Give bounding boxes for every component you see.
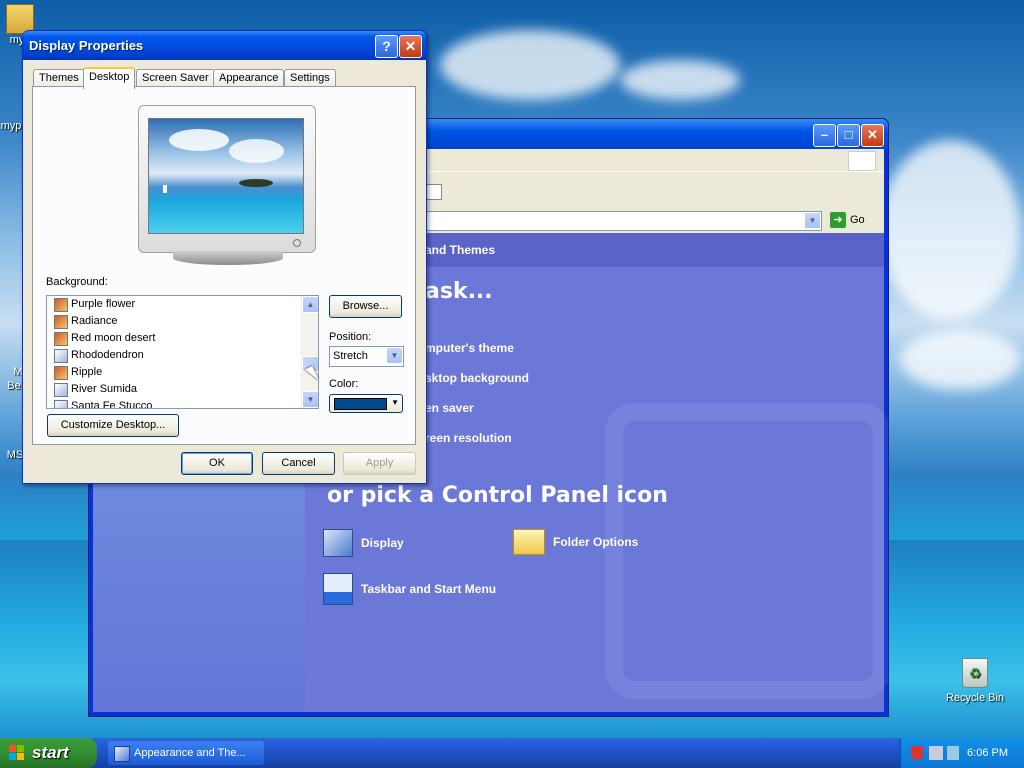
close-button[interactable]: ✕ xyxy=(399,35,422,58)
security-shield-icon[interactable] xyxy=(911,746,923,760)
category-title: and Themes xyxy=(425,243,496,257)
desktop-icon-myp-2[interactable]: myp xyxy=(0,120,22,132)
desktop-icon-be[interactable]: Be xyxy=(5,380,23,392)
customize-desktop-button[interactable]: Customize Desktop... xyxy=(47,414,179,437)
browse-button[interactable]: Browse... xyxy=(329,295,402,318)
island-decoration xyxy=(239,179,273,187)
display-icon xyxy=(323,529,353,557)
list-item[interactable]: Santa Fe Stucco xyxy=(47,398,318,408)
power-button-icon xyxy=(293,239,301,247)
folder-options-item[interactable]: Folder Options xyxy=(513,529,638,555)
tab-appearance[interactable]: Appearance xyxy=(213,69,285,87)
wallpaper-preview xyxy=(148,118,304,234)
bitmap-file-icon xyxy=(54,400,68,408)
tab-settings[interactable]: Settings xyxy=(284,69,336,87)
list-item[interactable]: Purple flower xyxy=(47,296,318,313)
help-button[interactable]: ? xyxy=(375,35,398,58)
bitmap-file-icon xyxy=(54,383,68,397)
folder-options-icon xyxy=(513,529,545,555)
image-file-icon xyxy=(54,332,68,346)
chevron-down-icon[interactable]: ▼ xyxy=(805,213,820,228)
color-swatch xyxy=(334,398,387,410)
list-item[interactable]: Radiance xyxy=(47,313,318,330)
list-item[interactable]: River Sumida xyxy=(47,381,318,398)
tab-themes[interactable]: Themes xyxy=(33,69,85,87)
pick-task-heading: ask... xyxy=(425,279,493,304)
task-link-screensaver[interactable]: en saver xyxy=(425,401,474,415)
views-icon[interactable] xyxy=(426,184,442,200)
windows-logo-icon xyxy=(848,151,876,171)
dialog-titlebar[interactable]: Display Properties ? ✕ xyxy=(23,31,426,60)
scroll-up-icon[interactable]: ▲ xyxy=(302,296,318,313)
recycle-bin-icon: ♻ xyxy=(962,658,988,688)
volume-icon[interactable] xyxy=(947,746,959,760)
system-tray: 6:06 PM xyxy=(900,738,1024,768)
desktop-icon-recycle-bin[interactable]: ♻ Recycle Bin xyxy=(944,658,1006,704)
cancel-button[interactable]: Cancel xyxy=(262,452,335,475)
sailboat-decoration xyxy=(163,185,167,193)
cloud-decoration xyxy=(169,129,229,151)
control-panel-icon xyxy=(114,746,130,762)
scroll-down-icon[interactable]: ▼ xyxy=(302,391,318,408)
background-label: Background: xyxy=(46,276,108,288)
monitor-stand xyxy=(173,251,283,265)
tab-desktop[interactable]: Desktop xyxy=(83,67,136,89)
list-item[interactable]: Ripple xyxy=(47,364,318,381)
cloud-decoration xyxy=(229,139,284,163)
image-file-icon xyxy=(54,298,68,312)
list-item[interactable]: Rhododendron xyxy=(47,347,318,364)
watermark-check-icon xyxy=(605,403,888,699)
listbox-scrollbar[interactable]: ▲ ▼ xyxy=(301,296,318,408)
dialog-title: Display Properties xyxy=(29,38,144,53)
ok-button[interactable]: OK xyxy=(181,452,253,475)
display-item[interactable]: Display xyxy=(323,529,404,557)
taskbar-item-appearance[interactable]: Appearance and The... xyxy=(108,741,264,765)
bitmap-file-icon xyxy=(54,349,68,363)
close-button[interactable]: ✕ xyxy=(861,124,884,147)
image-file-icon xyxy=(54,315,68,329)
start-button[interactable]: start xyxy=(0,738,97,768)
taskbar-start-menu-item[interactable]: Taskbar and Start Menu xyxy=(323,573,496,605)
windows-flag-icon xyxy=(9,745,24,760)
go-button[interactable]: ➜ Go xyxy=(830,211,878,229)
task-link-theme[interactable]: mputer's theme xyxy=(425,341,514,355)
task-link-background[interactable]: sktop background xyxy=(425,371,529,385)
task-link-resolution[interactable]: reen resolution xyxy=(425,431,512,445)
display-properties-dialog: Display Properties ? ✕ Themes Desktop Sc… xyxy=(22,30,427,484)
network-icon[interactable] xyxy=(929,746,943,760)
background-listbox[interactable]: Purple flower Radiance Red moon desert R… xyxy=(46,295,319,409)
chevron-down-icon: ▼ xyxy=(391,398,399,407)
monitor-preview xyxy=(138,105,316,253)
minimize-button[interactable]: – xyxy=(813,124,836,147)
image-file-icon xyxy=(54,366,68,380)
go-arrow-icon: ➜ xyxy=(830,212,846,229)
color-label: Color: xyxy=(329,378,359,390)
maximize-button[interactable]: □ xyxy=(837,124,860,147)
tab-screen-saver[interactable]: Screen Saver xyxy=(136,69,215,87)
pick-icon-heading: or pick a Control Panel icon xyxy=(327,483,668,508)
position-label: Position: xyxy=(329,331,372,343)
chevron-down-icon[interactable]: ▼ xyxy=(387,348,402,363)
desktop-tab-panel: Background: Purple flower Radiance Red m… xyxy=(32,86,416,445)
taskbar: start Appearance and The... 6:06 PM xyxy=(0,738,1024,768)
apply-button[interactable]: Apply xyxy=(343,452,416,475)
color-picker-button[interactable]: ▼ xyxy=(329,394,403,413)
clock: 6:06 PM xyxy=(967,747,1008,759)
taskbar-icon xyxy=(323,573,353,605)
position-select[interactable]: Stretch ▼ xyxy=(329,346,404,367)
list-item[interactable]: Red moon desert xyxy=(47,330,318,347)
